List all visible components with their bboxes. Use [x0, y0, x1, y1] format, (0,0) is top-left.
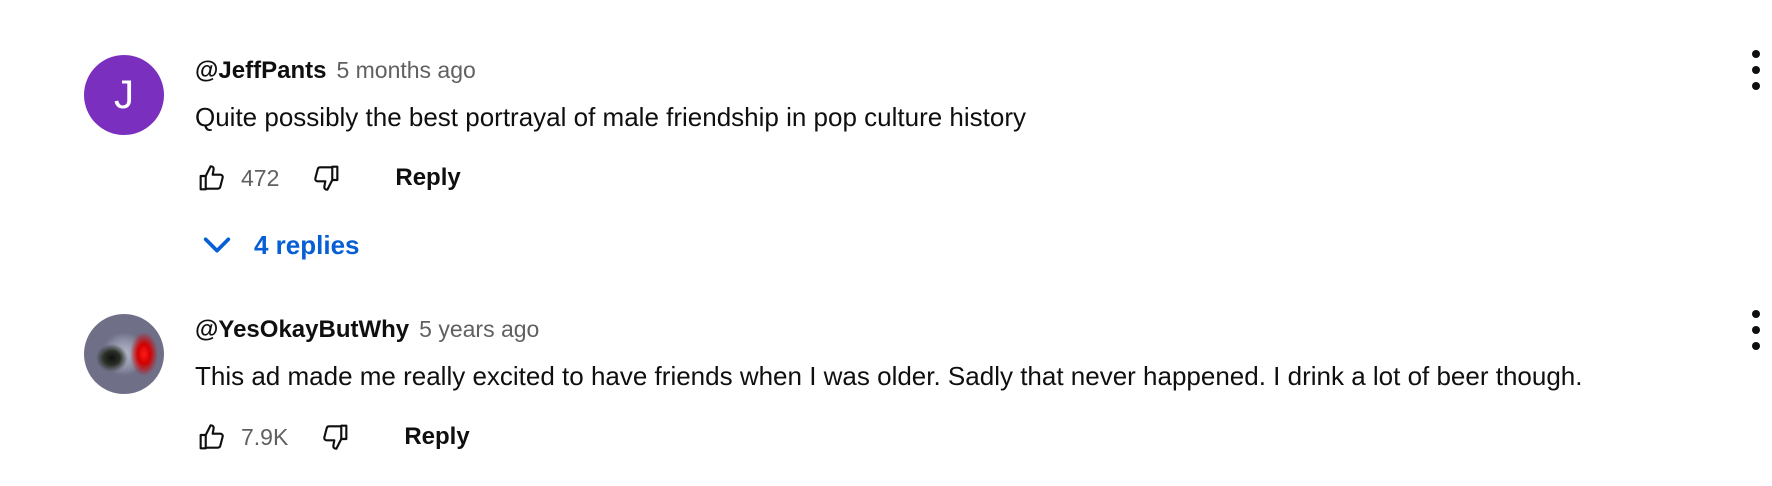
dislike-icon	[314, 165, 339, 191]
chevron-down-icon	[203, 237, 231, 253]
avatar[interactable]	[84, 314, 164, 394]
comment-actions: 472 Reply	[195, 158, 461, 198]
more-vert-icon	[1752, 310, 1760, 318]
comment-time[interactable]: 5 years ago	[419, 316, 539, 343]
avatar[interactable]: J	[84, 55, 164, 135]
like-icon	[199, 165, 224, 191]
avatar-letter: J	[114, 72, 134, 117]
like-icon	[199, 424, 224, 450]
reply-button[interactable]: Reply	[404, 423, 469, 451]
dislike-icon	[323, 424, 348, 450]
replies-count-label: 4 replies	[254, 229, 360, 260]
more-vert-dot	[1752, 82, 1760, 90]
dislike-button[interactable]	[309, 161, 343, 195]
like-button[interactable]	[195, 161, 229, 195]
comment-text: Quite possibly the best portrayal of mal…	[195, 102, 1026, 132]
comment-header: @YesOkayButWhy 5 years ago	[195, 316, 539, 344]
comment-header: @JeffPants 5 months ago	[195, 57, 476, 85]
like-button[interactable]	[195, 420, 229, 454]
more-vert-dot	[1752, 66, 1760, 74]
author-name[interactable]: @YesOkayButWhy	[195, 316, 409, 344]
comment-time[interactable]: 5 months ago	[336, 57, 475, 84]
reply-button[interactable]: Reply	[395, 164, 460, 192]
more-vert-dot	[1752, 326, 1760, 334]
like-count: 7.9K	[241, 423, 289, 450]
like-count: 472	[241, 164, 280, 191]
more-vert-icon	[1752, 50, 1760, 58]
more-vert-dot	[1752, 342, 1760, 350]
view-replies-button[interactable]: 4 replies	[200, 228, 360, 262]
author-name[interactable]: @JeffPants	[195, 57, 326, 85]
comment-menu-button[interactable]	[1746, 50, 1766, 90]
comment-menu-button[interactable]	[1746, 310, 1766, 350]
dislike-button[interactable]	[318, 420, 352, 454]
comment-actions: 7.9K Reply	[195, 417, 470, 457]
comment-text: This ad made me really excited to have f…	[195, 361, 1583, 391]
